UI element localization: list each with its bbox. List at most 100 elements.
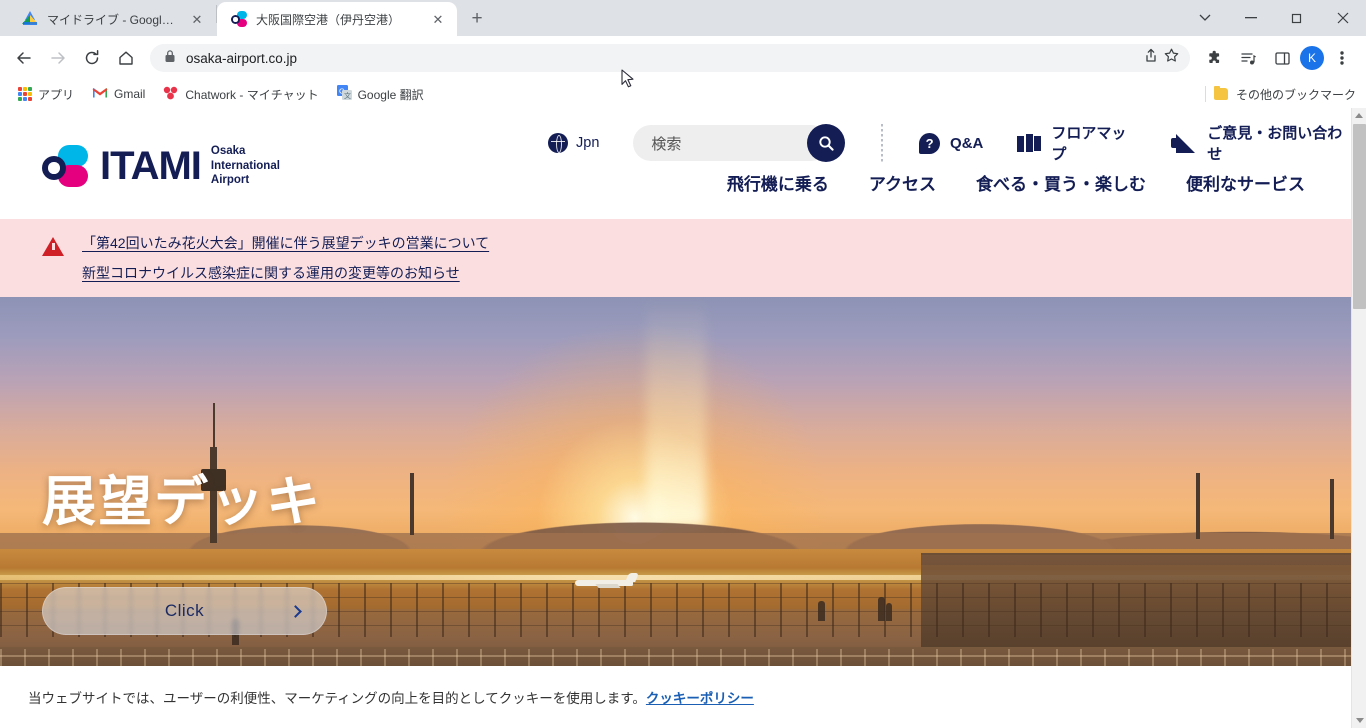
bookmark-chatwork[interactable]: Chatwork - マイチャット <box>155 83 326 106</box>
light-mast <box>1330 479 1334 539</box>
hero-cta-label: Click <box>164 601 205 620</box>
search-input[interactable]: 検索 <box>651 133 681 154</box>
new-tab-button[interactable]: + <box>463 5 491 33</box>
megaphone-icon <box>1171 133 1197 153</box>
cookie-consent-banner: 当ウェブサイトでは、ユーザーの利便性、マーケティングの向上を目的としてクッキーを… <box>0 666 1351 728</box>
logo-subtitle: Osaka International Airport <box>209 144 280 188</box>
profile-avatar[interactable]: K <box>1300 46 1324 70</box>
close-button[interactable] <box>1320 2 1366 34</box>
bookmark-label: Chatwork - マイチャット <box>185 87 319 102</box>
tab-close-icon[interactable]: ✕ <box>429 10 447 28</box>
scroll-up-arrow[interactable] <box>1352 108 1366 123</box>
site-header: ITAMI Osaka International Airport Jpn 検索… <box>0 108 1351 219</box>
site-logo[interactable]: ITAMI Osaka International Airport <box>42 144 280 188</box>
utility-link-label: フロアマップ <box>1051 125 1127 163</box>
page-scrollbar[interactable] <box>1351 108 1366 728</box>
site-search-box[interactable]: 検索 <box>633 124 846 162</box>
minimize-button[interactable] <box>1228 2 1274 34</box>
scroll-down-arrow[interactable] <box>1352 713 1366 728</box>
bookmark-gmail[interactable]: Gmail <box>84 84 153 105</box>
utility-link-contact[interactable]: ご意見・お問い合わせ <box>1171 122 1351 164</box>
floor-map-icon <box>1017 133 1042 153</box>
browser-toolbar: osaka-airport.co.jp K <box>0 36 1366 80</box>
header-utility-row: Jpn 検索 ? Q&A フロアマップ ご意見・お問い合わせ <box>548 122 1351 164</box>
search-icon <box>818 135 834 151</box>
share-icon[interactable] <box>1142 47 1159 69</box>
bookmarks-divider <box>1204 86 1206 102</box>
bookmark-google-translate[interactable]: G文 Google 翻訳 <box>329 82 432 106</box>
language-switcher[interactable]: Jpn <box>548 133 599 153</box>
scrollbar-thumb[interactable] <box>1353 124 1366 309</box>
tab-title: 大阪国際空港（伊丹空港） <box>256 12 401 27</box>
gmail-icon <box>92 87 108 102</box>
browser-window: マイドライブ - Google ドライブ ✕ 大阪国際空港（伊丹空港） ✕ + <box>0 0 1366 728</box>
header-dotted-divider <box>881 124 884 162</box>
light-mast <box>410 473 414 535</box>
bookmarks-bar: アプリ Gmail Chatwork - マイチャット G文 Google 翻訳… <box>0 80 1366 108</box>
tab-search-icon[interactable] <box>1182 2 1228 34</box>
bookmark-label: アプリ <box>38 87 75 102</box>
nav-item-flights[interactable]: 飛行機に乗る <box>727 170 829 195</box>
logo-wordmark: ITAMI <box>100 144 202 189</box>
airplane <box>575 573 639 589</box>
globe-icon <box>548 133 568 153</box>
browser-tab-itami-airport[interactable]: 大阪国際空港（伊丹空港） ✕ <box>217 2 457 36</box>
hero-cta-button[interactable]: Click <box>42 587 327 635</box>
light-mast <box>1196 473 1200 539</box>
tab-strip: マイドライブ - Google ドライブ ✕ 大阪国際空港（伊丹空港） ✕ + <box>0 0 1366 36</box>
alert-banner: 「第42回いたみ花火大会」開催に伴う展望デッキの営業について 新型コロナウイルス… <box>0 219 1351 297</box>
utility-link-floor-map[interactable]: フロアマップ <box>1017 122 1137 164</box>
lock-icon <box>164 49 176 68</box>
extensions-icon[interactable] <box>1198 42 1230 74</box>
cookie-text: 当ウェブサイトでは、ユーザーの利便性、マーケティングの向上を目的としてクッキーを… <box>28 687 754 707</box>
cookie-policy-link[interactable]: クッキーポリシー <box>646 691 754 706</box>
logo-subtitle-line2: International <box>210 159 280 172</box>
bookmark-label: Google 翻訳 <box>357 87 424 102</box>
reading-list-icon[interactable] <box>1232 42 1264 74</box>
utility-link-label: ご意見・お問い合わせ <box>1207 125 1343 163</box>
home-button[interactable] <box>110 42 142 74</box>
tab-title: マイドライブ - Google ドライブ <box>47 12 179 27</box>
alert-links: 「第42回いたみ花火大会」開催に伴う展望デッキの営業について 新型コロナウイルス… <box>82 233 489 283</box>
folder-icon <box>1213 86 1228 100</box>
question-bubble-icon: ? <box>919 132 941 154</box>
language-label: Jpn <box>576 135 600 151</box>
visitor-silhouette <box>878 597 885 621</box>
side-panel-icon[interactable] <box>1266 42 1298 74</box>
maximize-button[interactable] <box>1274 2 1320 34</box>
nav-item-services[interactable]: 便利なサービス <box>1186 170 1305 195</box>
hero-title: 展望デッキ <box>42 472 322 532</box>
reload-button[interactable] <box>76 42 108 74</box>
chevron-right-icon <box>289 604 302 618</box>
itami-airport-icon <box>231 11 247 27</box>
search-button[interactable] <box>807 124 846 162</box>
address-bar[interactable]: osaka-airport.co.jp <box>150 44 1190 72</box>
visitor-silhouette <box>818 601 825 621</box>
tab-close-icon[interactable]: ✕ <box>188 10 206 28</box>
back-button[interactable] <box>8 42 40 74</box>
nav-item-eat-shop-enjoy[interactable]: 食べる・買う・楽しむ <box>976 170 1146 195</box>
svg-text:文: 文 <box>344 91 351 100</box>
bookmark-star-icon[interactable] <box>1163 47 1180 69</box>
bookmarks-overflow[interactable]: その他のブックマーク <box>1204 86 1356 103</box>
omnibox-actions <box>1142 47 1180 69</box>
cookie-message: 当ウェブサイトでは、ユーザーの利便性、マーケティングの向上を目的としてクッキーを… <box>28 691 646 706</box>
main-navigation: 飛行機に乗る アクセス 食べる・買う・楽しむ 便利なサービス <box>727 170 1305 195</box>
itami-logo-mark-icon <box>42 145 90 188</box>
apps-grid-icon <box>18 87 32 101</box>
chatwork-icon <box>163 86 179 103</box>
website-content: ITAMI Osaka International Airport Jpn 検索… <box>0 108 1351 728</box>
bookmarks-overflow-label: その他のブックマーク <box>1235 87 1356 102</box>
utility-link-label: Q&A <box>950 134 984 152</box>
hero-banner[interactable]: 展望デッキ Click <box>0 297 1351 677</box>
mouse-cursor <box>621 69 635 95</box>
alert-link-fireworks[interactable]: 「第42回いたみ花火大会」開催に伴う展望デッキの営業について <box>82 233 489 253</box>
utility-link-qa[interactable]: ? Q&A <box>919 132 984 154</box>
three-dot-menu-icon[interactable] <box>1326 42 1358 74</box>
forward-button[interactable] <box>42 42 74 74</box>
google-translate-icon: G文 <box>336 85 352 103</box>
nav-item-access[interactable]: アクセス <box>869 170 936 195</box>
alert-link-covid[interactable]: 新型コロナウイルス感染症に関する運用の変更等のお知らせ <box>82 263 489 283</box>
bookmark-apps[interactable]: アプリ <box>10 83 82 106</box>
browser-tab-google-drive[interactable]: マイドライブ - Google ドライブ ✕ <box>8 2 216 36</box>
